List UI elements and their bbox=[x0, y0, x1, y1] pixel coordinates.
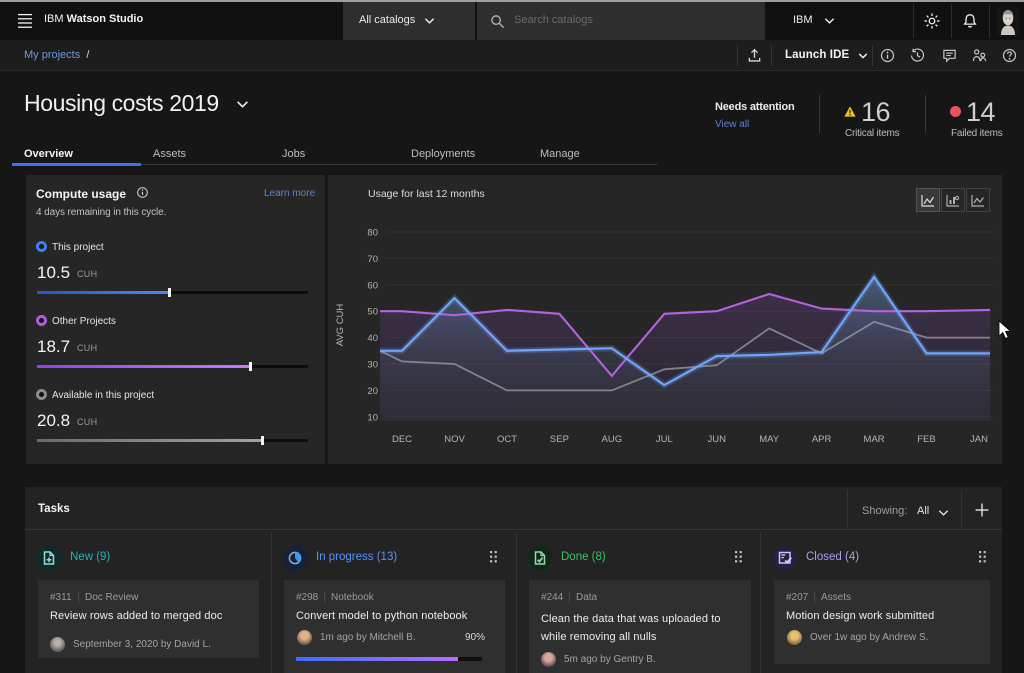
svg-text:MAR: MAR bbox=[864, 434, 885, 445]
svg-text:MAY: MAY bbox=[759, 434, 780, 445]
svg-text:JUL: JUL bbox=[656, 434, 673, 445]
svg-text:30: 30 bbox=[367, 360, 378, 371]
svg-text:JUN: JUN bbox=[707, 434, 726, 445]
svg-text:AUG: AUG bbox=[602, 434, 623, 445]
svg-text:DEC: DEC bbox=[392, 434, 412, 445]
svg-text:80: 80 bbox=[367, 228, 378, 239]
svg-text:SEP: SEP bbox=[550, 434, 569, 445]
svg-text:NOV: NOV bbox=[444, 434, 465, 445]
svg-text:50: 50 bbox=[367, 307, 378, 318]
svg-text:AVG CUH: AVG CUH bbox=[335, 304, 346, 347]
svg-text:10: 10 bbox=[367, 412, 378, 423]
svg-text:FEB: FEB bbox=[917, 434, 935, 445]
svg-text:OCT: OCT bbox=[497, 434, 517, 445]
svg-text:70: 70 bbox=[367, 254, 378, 265]
svg-text:APR: APR bbox=[812, 434, 832, 445]
svg-text:60: 60 bbox=[367, 280, 378, 291]
svg-text:40: 40 bbox=[367, 333, 378, 344]
svg-text:20: 20 bbox=[367, 386, 378, 397]
svg-text:JAN: JAN bbox=[970, 434, 988, 445]
